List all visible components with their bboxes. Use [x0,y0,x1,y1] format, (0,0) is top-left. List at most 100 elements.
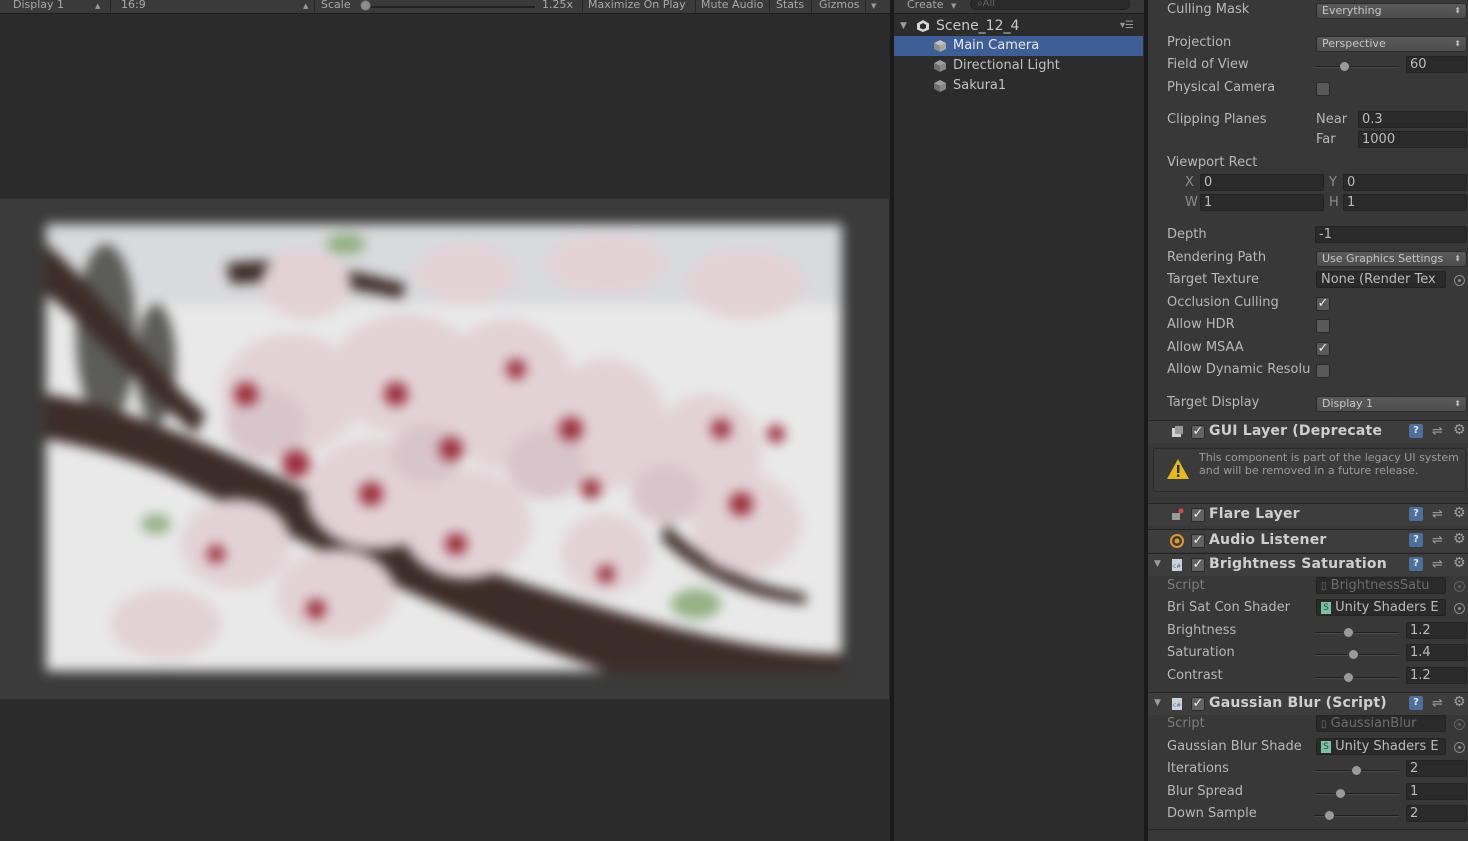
preset-icon[interactable]: ⇌ [1432,533,1443,548]
blur-spread-slider-thumb[interactable] [1335,788,1346,799]
gaussian-blur-header[interactable]: ▼ c# ✓ Gaussian Blur (Script) ? ⇌ ⚙ [1148,692,1468,715]
audio-listener-header[interactable]: ✓ Audio Listener ? ⇌ ⚙ [1148,529,1468,552]
culling-mask-dropdown[interactable]: Everything ⬍ [1316,3,1467,19]
object-picker-icon[interactable] [1454,742,1465,753]
fov-slider-track[interactable] [1315,66,1399,68]
preset-icon[interactable]: ⇌ [1432,507,1443,522]
help-icon[interactable]: ? [1409,424,1423,438]
viewport-w-input[interactable]: 1 [1200,194,1324,211]
scene-name: Scene_12_4 [936,18,1020,34]
flare-layer-enabled-checkbox[interactable]: ✓ [1191,508,1205,522]
gui-layer-icon [1172,426,1183,437]
help-icon[interactable]: ? [1409,696,1423,710]
gaussian-blur-enabled-checkbox[interactable]: ✓ [1191,697,1205,711]
help-icon[interactable]: ? [1409,557,1423,571]
bs-shader-label: Bri Sat Con Shader [1167,600,1290,615]
brightness-saturation-enabled-checkbox[interactable]: ✓ [1191,558,1205,572]
target-texture-field[interactable]: None (Render Tex [1316,271,1446,288]
bs-shader-field[interactable]: S Unity Shaders E [1316,599,1446,616]
gear-icon[interactable]: ⚙ [1453,422,1466,438]
scene-menu-icon[interactable]: ▾☰ [1120,16,1134,36]
help-icon[interactable]: ? [1409,507,1423,521]
gui-layer-header[interactable]: ✓ GUI Layer (Deprecate ? ⇌ ⚙ [1148,420,1468,443]
preset-icon[interactable]: ⇌ [1432,557,1443,572]
help-icon[interactable]: ? [1409,533,1423,547]
contrast-slider-track[interactable] [1315,677,1399,679]
down-sample-slider-thumb[interactable] [1324,810,1335,821]
gear-icon[interactable]: ⚙ [1453,531,1466,547]
projection-dropdown[interactable]: Perspective ⬍ [1316,36,1467,52]
occlusion-culling-checkbox[interactable]: ✓ [1316,297,1330,311]
hierarchy-item-sakura1[interactable]: Sakura1 [894,76,1143,96]
create-button[interactable]: Create [907,0,944,12]
allow-msaa-checkbox[interactable]: ✓ [1316,342,1330,356]
saturation-slider-thumb[interactable] [1348,649,1359,660]
display-dropdown[interactable]: Display 1 [13,0,64,12]
maximize-on-play-toggle[interactable]: Maximize On Play [588,0,686,12]
iterations-slider-thumb[interactable] [1351,765,1362,776]
down-sample-input[interactable]: 2 [1406,805,1467,822]
gizmos-toggle[interactable]: Gizmos [819,0,860,12]
gb-shader-field[interactable]: S Unity Shaders E [1316,738,1446,755]
object-picker-icon[interactable] [1454,603,1465,614]
hierarchy-panel: Create ▼ ⌕All ▼ Scene_12_4 ▾☰ Main Camer… [894,0,1144,841]
allow-dynamic-resolution-checkbox[interactable] [1316,364,1330,378]
contrast-input[interactable]: 1.2 [1406,667,1467,684]
flare-layer-header[interactable]: ✓ Flare Layer ? ⇌ ⚙ [1148,503,1468,526]
blur-spread-input[interactable]: 1 [1406,783,1467,800]
near-input[interactable]: 0.3 [1358,111,1467,128]
audio-listener-title: Audio Listener [1209,532,1327,548]
brightness-slider-thumb[interactable] [1343,627,1354,638]
physical-camera-checkbox[interactable] [1316,82,1330,96]
scene-row[interactable]: ▼ Scene_12_4 ▾☰ [894,16,1143,36]
preset-icon[interactable]: ⇌ [1432,424,1443,439]
object-picker-icon[interactable] [1454,275,1465,286]
mute-audio-toggle[interactable]: Mute Audio [701,0,763,12]
scale-slider-thumb[interactable] [360,0,371,11]
blur-spread-slider-track[interactable] [1315,793,1399,795]
create-dropdown-arrow-icon: ▼ [951,2,957,10]
brightness-slider-track[interactable] [1315,632,1399,634]
fov-input[interactable]: 60 [1406,56,1467,73]
far-input[interactable]: 1000 [1358,131,1467,148]
preset-icon[interactable]: ⇌ [1432,696,1443,711]
scale-slider-track[interactable] [360,6,535,8]
divider [1148,829,1468,830]
display-dropdown-arrow-icon: ▲ [95,2,101,10]
fov-slider-thumb[interactable] [1339,61,1350,72]
viewport-y-input[interactable]: 0 [1343,174,1467,191]
script-icon: c# [1172,559,1182,571]
viewport-x-input[interactable]: 0 [1200,174,1324,191]
culling-mask-value: Everything [1322,4,1382,17]
brightness-input[interactable]: 1.2 [1406,622,1467,639]
iterations-input[interactable]: 2 [1406,760,1467,777]
down-sample-label: Down Sample [1167,806,1257,821]
stats-toggle[interactable]: Stats [776,0,804,12]
audio-listener-enabled-checkbox[interactable]: ✓ [1191,534,1205,548]
depth-input[interactable]: -1 [1315,226,1467,243]
clipping-planes-label: Clipping Planes [1167,112,1267,127]
brightness-saturation-header[interactable]: ▼ c# ✓ Brightness Saturation ? ⇌ ⚙ [1148,553,1468,576]
rendering-path-dropdown[interactable]: Use Graphics Settings ⬍ [1316,251,1467,267]
gear-icon[interactable]: ⚙ [1453,555,1466,571]
foldout-arrow-icon[interactable]: ▼ [1154,698,1161,708]
gui-layer-enabled-checkbox[interactable]: ✓ [1191,425,1205,439]
hierarchy-item-main-camera[interactable]: Main Camera [894,36,1143,56]
viewport-h-input[interactable]: 1 [1343,194,1467,211]
target-display-dropdown[interactable]: Display 1 ⬍ [1316,396,1467,412]
allow-hdr-checkbox[interactable] [1316,319,1330,333]
aspect-dropdown[interactable]: 16:9 [121,0,146,12]
saturation-input[interactable]: 1.4 [1406,644,1467,661]
inspector-panel: Culling Mask Everything ⬍ Projection Pers… [1148,0,1468,841]
divider [314,0,315,14]
gear-icon[interactable]: ⚙ [1453,694,1466,710]
gizmos-dropdown-arrow-icon[interactable]: ▼ [871,0,876,12]
hierarchy-search-input[interactable]: ⌕All [970,0,1130,10]
hierarchy-item-directional-light[interactable]: Directional Light [894,56,1143,76]
foldout-arrow-icon[interactable]: ▼ [1154,559,1161,569]
contrast-slider-thumb[interactable] [1343,672,1354,683]
scene-foldout-icon[interactable]: ▼ [900,16,907,36]
gear-icon[interactable]: ⚙ [1453,505,1466,521]
projection-value: Perspective [1322,37,1386,50]
shader-icon: S [1321,601,1331,614]
